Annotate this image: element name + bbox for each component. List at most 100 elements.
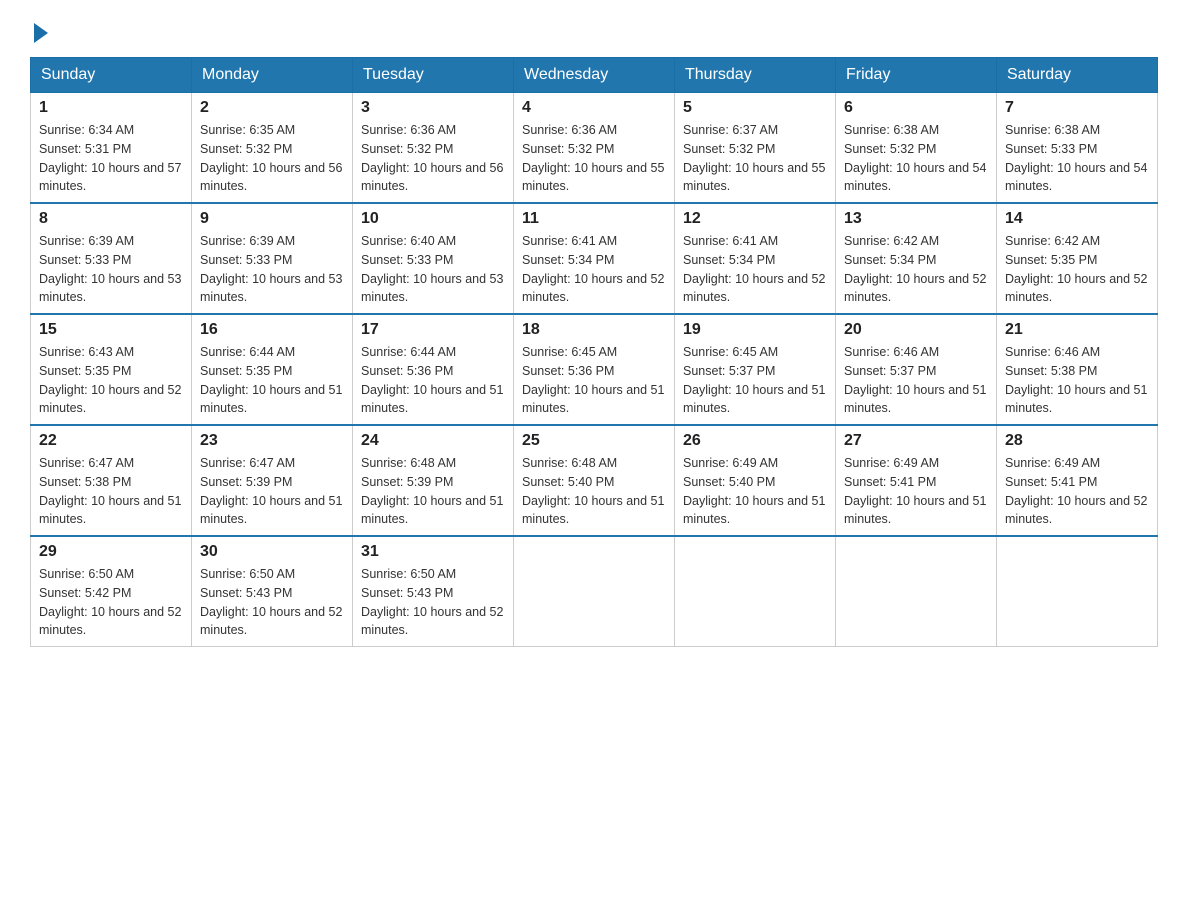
calendar-header-friday: Friday (836, 58, 997, 93)
page-header (30, 20, 1158, 39)
calendar-day-cell: 18 Sunrise: 6:45 AM Sunset: 5:36 PM Dayl… (514, 314, 675, 425)
day-number: 8 (39, 210, 183, 228)
day-number: 31 (361, 543, 505, 561)
calendar-table: SundayMondayTuesdayWednesdayThursdayFrid… (30, 57, 1158, 647)
day-info: Sunrise: 6:49 AM Sunset: 5:41 PM Dayligh… (844, 454, 988, 529)
day-info: Sunrise: 6:36 AM Sunset: 5:32 PM Dayligh… (361, 121, 505, 196)
calendar-day-cell: 3 Sunrise: 6:36 AM Sunset: 5:32 PM Dayli… (353, 93, 514, 204)
day-info: Sunrise: 6:37 AM Sunset: 5:32 PM Dayligh… (683, 121, 827, 196)
calendar-day-cell: 7 Sunrise: 6:38 AM Sunset: 5:33 PM Dayli… (997, 93, 1158, 204)
calendar-day-cell: 31 Sunrise: 6:50 AM Sunset: 5:43 PM Dayl… (353, 536, 514, 647)
day-info: Sunrise: 6:34 AM Sunset: 5:31 PM Dayligh… (39, 121, 183, 196)
day-info: Sunrise: 6:36 AM Sunset: 5:32 PM Dayligh… (522, 121, 666, 196)
calendar-day-cell: 6 Sunrise: 6:38 AM Sunset: 5:32 PM Dayli… (836, 93, 997, 204)
calendar-day-cell: 23 Sunrise: 6:47 AM Sunset: 5:39 PM Dayl… (192, 425, 353, 536)
day-info: Sunrise: 6:50 AM Sunset: 5:43 PM Dayligh… (200, 565, 344, 640)
calendar-day-cell (675, 536, 836, 647)
calendar-day-cell: 10 Sunrise: 6:40 AM Sunset: 5:33 PM Dayl… (353, 203, 514, 314)
calendar-week-row: 1 Sunrise: 6:34 AM Sunset: 5:31 PM Dayli… (31, 93, 1158, 204)
day-info: Sunrise: 6:45 AM Sunset: 5:36 PM Dayligh… (522, 343, 666, 418)
day-number: 6 (844, 99, 988, 117)
calendar-day-cell (836, 536, 997, 647)
calendar-day-cell: 21 Sunrise: 6:46 AM Sunset: 5:38 PM Dayl… (997, 314, 1158, 425)
day-number: 7 (1005, 99, 1149, 117)
day-number: 21 (1005, 321, 1149, 339)
calendar-day-cell: 24 Sunrise: 6:48 AM Sunset: 5:39 PM Dayl… (353, 425, 514, 536)
calendar-week-row: 15 Sunrise: 6:43 AM Sunset: 5:35 PM Dayl… (31, 314, 1158, 425)
day-number: 18 (522, 321, 666, 339)
calendar-day-cell: 26 Sunrise: 6:49 AM Sunset: 5:40 PM Dayl… (675, 425, 836, 536)
calendar-day-cell (514, 536, 675, 647)
calendar-header-saturday: Saturday (997, 58, 1158, 93)
day-number: 11 (522, 210, 666, 228)
day-info: Sunrise: 6:42 AM Sunset: 5:34 PM Dayligh… (844, 232, 988, 307)
calendar-header-monday: Monday (192, 58, 353, 93)
day-info: Sunrise: 6:40 AM Sunset: 5:33 PM Dayligh… (361, 232, 505, 307)
calendar-day-cell: 27 Sunrise: 6:49 AM Sunset: 5:41 PM Dayl… (836, 425, 997, 536)
day-info: Sunrise: 6:45 AM Sunset: 5:37 PM Dayligh… (683, 343, 827, 418)
calendar-day-cell: 1 Sunrise: 6:34 AM Sunset: 5:31 PM Dayli… (31, 93, 192, 204)
calendar-week-row: 29 Sunrise: 6:50 AM Sunset: 5:42 PM Dayl… (31, 536, 1158, 647)
calendar-day-cell: 17 Sunrise: 6:44 AM Sunset: 5:36 PM Dayl… (353, 314, 514, 425)
day-info: Sunrise: 6:43 AM Sunset: 5:35 PM Dayligh… (39, 343, 183, 418)
day-info: Sunrise: 6:50 AM Sunset: 5:42 PM Dayligh… (39, 565, 183, 640)
calendar-day-cell: 14 Sunrise: 6:42 AM Sunset: 5:35 PM Dayl… (997, 203, 1158, 314)
day-number: 14 (1005, 210, 1149, 228)
calendar-day-cell: 13 Sunrise: 6:42 AM Sunset: 5:34 PM Dayl… (836, 203, 997, 314)
calendar-day-cell: 15 Sunrise: 6:43 AM Sunset: 5:35 PM Dayl… (31, 314, 192, 425)
day-number: 24 (361, 432, 505, 450)
day-info: Sunrise: 6:47 AM Sunset: 5:38 PM Dayligh… (39, 454, 183, 529)
day-info: Sunrise: 6:46 AM Sunset: 5:38 PM Dayligh… (1005, 343, 1149, 418)
day-info: Sunrise: 6:49 AM Sunset: 5:41 PM Dayligh… (1005, 454, 1149, 529)
calendar-day-cell (997, 536, 1158, 647)
day-number: 25 (522, 432, 666, 450)
day-number: 19 (683, 321, 827, 339)
calendar-day-cell: 20 Sunrise: 6:46 AM Sunset: 5:37 PM Dayl… (836, 314, 997, 425)
calendar-header-thursday: Thursday (675, 58, 836, 93)
day-info: Sunrise: 6:47 AM Sunset: 5:39 PM Dayligh… (200, 454, 344, 529)
day-info: Sunrise: 6:50 AM Sunset: 5:43 PM Dayligh… (361, 565, 505, 640)
logo-arrow-icon (34, 23, 48, 43)
day-info: Sunrise: 6:38 AM Sunset: 5:33 PM Dayligh… (1005, 121, 1149, 196)
day-info: Sunrise: 6:35 AM Sunset: 5:32 PM Dayligh… (200, 121, 344, 196)
calendar-day-cell: 28 Sunrise: 6:49 AM Sunset: 5:41 PM Dayl… (997, 425, 1158, 536)
day-number: 2 (200, 99, 344, 117)
day-info: Sunrise: 6:41 AM Sunset: 5:34 PM Dayligh… (683, 232, 827, 307)
day-info: Sunrise: 6:44 AM Sunset: 5:36 PM Dayligh… (361, 343, 505, 418)
day-info: Sunrise: 6:48 AM Sunset: 5:40 PM Dayligh… (522, 454, 666, 529)
day-info: Sunrise: 6:42 AM Sunset: 5:35 PM Dayligh… (1005, 232, 1149, 307)
calendar-day-cell: 12 Sunrise: 6:41 AM Sunset: 5:34 PM Dayl… (675, 203, 836, 314)
calendar-week-row: 22 Sunrise: 6:47 AM Sunset: 5:38 PM Dayl… (31, 425, 1158, 536)
day-info: Sunrise: 6:39 AM Sunset: 5:33 PM Dayligh… (200, 232, 344, 307)
day-number: 20 (844, 321, 988, 339)
day-number: 13 (844, 210, 988, 228)
calendar-day-cell: 29 Sunrise: 6:50 AM Sunset: 5:42 PM Dayl… (31, 536, 192, 647)
logo (30, 20, 48, 39)
calendar-header-tuesday: Tuesday (353, 58, 514, 93)
calendar-day-cell: 22 Sunrise: 6:47 AM Sunset: 5:38 PM Dayl… (31, 425, 192, 536)
calendar-day-cell: 25 Sunrise: 6:48 AM Sunset: 5:40 PM Dayl… (514, 425, 675, 536)
day-info: Sunrise: 6:39 AM Sunset: 5:33 PM Dayligh… (39, 232, 183, 307)
calendar-day-cell: 19 Sunrise: 6:45 AM Sunset: 5:37 PM Dayl… (675, 314, 836, 425)
day-number: 23 (200, 432, 344, 450)
day-number: 9 (200, 210, 344, 228)
day-number: 16 (200, 321, 344, 339)
day-number: 26 (683, 432, 827, 450)
day-number: 22 (39, 432, 183, 450)
calendar-day-cell: 11 Sunrise: 6:41 AM Sunset: 5:34 PM Dayl… (514, 203, 675, 314)
day-number: 29 (39, 543, 183, 561)
day-number: 30 (200, 543, 344, 561)
day-info: Sunrise: 6:49 AM Sunset: 5:40 PM Dayligh… (683, 454, 827, 529)
calendar-header-wednesday: Wednesday (514, 58, 675, 93)
calendar-week-row: 8 Sunrise: 6:39 AM Sunset: 5:33 PM Dayli… (31, 203, 1158, 314)
day-number: 15 (39, 321, 183, 339)
day-info: Sunrise: 6:48 AM Sunset: 5:39 PM Dayligh… (361, 454, 505, 529)
day-number: 12 (683, 210, 827, 228)
day-info: Sunrise: 6:46 AM Sunset: 5:37 PM Dayligh… (844, 343, 988, 418)
calendar-header-row: SundayMondayTuesdayWednesdayThursdayFrid… (31, 58, 1158, 93)
calendar-day-cell: 16 Sunrise: 6:44 AM Sunset: 5:35 PM Dayl… (192, 314, 353, 425)
day-number: 28 (1005, 432, 1149, 450)
day-number: 27 (844, 432, 988, 450)
calendar-day-cell: 8 Sunrise: 6:39 AM Sunset: 5:33 PM Dayli… (31, 203, 192, 314)
day-number: 3 (361, 99, 505, 117)
